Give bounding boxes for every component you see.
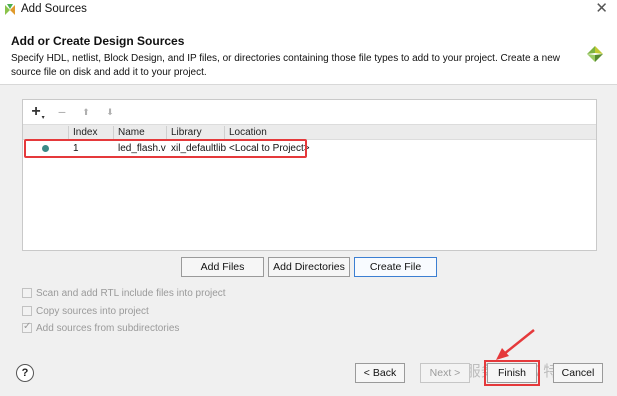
help-icon[interactable]: ? [16,364,34,382]
arrow-down-icon: ⬇ [106,106,114,117]
column-header-library[interactable]: Library [166,126,202,139]
table-toolbar: + ▾ − ⬆ ⬇ [23,100,596,124]
vivado-logo-icon [587,46,603,62]
copy-sources-label: Copy sources into project [36,305,149,317]
add-source-button[interactable]: + ▾ [28,102,48,122]
page-description: Specify HDL, netlist, Block Design, and … [11,53,560,78]
minus-icon: − [57,104,67,120]
header-divider [0,84,617,85]
scan-rtl-label: Scan and add RTL include files into proj… [36,287,226,299]
checkbox-box-checked [22,321,32,333]
cancel-button[interactable]: Cancel [553,363,603,383]
row-highlight-annotation [24,139,307,158]
scan-rtl-checkbox[interactable]: Scan and add RTL include files into proj… [22,287,226,299]
add-subdirs-checkbox[interactable]: Add sources from subdirectories [22,321,180,334]
column-header-location[interactable]: Location [224,126,267,139]
move-up-button[interactable]: ⬆ [76,102,96,122]
remove-source-button[interactable]: − [52,102,72,122]
checkbox-box [22,306,32,316]
arrow-up-icon: ⬆ [82,106,90,117]
dropdown-caret-icon: ▾ [41,114,45,121]
add-files-button[interactable]: Add Files [181,257,264,277]
sources-table-panel: + ▾ − ⬆ ⬇ Index Name Library Location 1 … [22,99,597,251]
add-directories-button[interactable]: Add Directories [268,257,350,277]
close-icon[interactable]: ✕ [595,1,608,17]
column-header-name[interactable]: Name [113,126,145,139]
back-button[interactable]: < Back [355,363,405,383]
finish-highlight-annotation [484,360,540,386]
plus-icon: + [31,103,41,120]
create-file-button[interactable]: Create File [354,257,437,277]
window-title: Add Sources [21,3,87,15]
table-header: Index Name Library Location [23,124,596,140]
move-down-button[interactable]: ⬇ [100,102,120,122]
title-bar: Add Sources ✕ [0,0,617,20]
next-button[interactable]: Next > [420,363,470,383]
column-header-index[interactable]: Index [68,126,97,139]
vivado-app-icon [5,4,15,15]
checkbox-box [22,288,32,298]
copy-sources-checkbox[interactable]: Copy sources into project [22,305,149,317]
add-subdirs-label: Add sources from subdirectories [36,322,180,334]
page-heading: Add or Create Design Sources [11,34,185,48]
red-arrow-icon [496,329,535,360]
header: Add or Create Design Sources Specify HDL… [0,20,617,84]
